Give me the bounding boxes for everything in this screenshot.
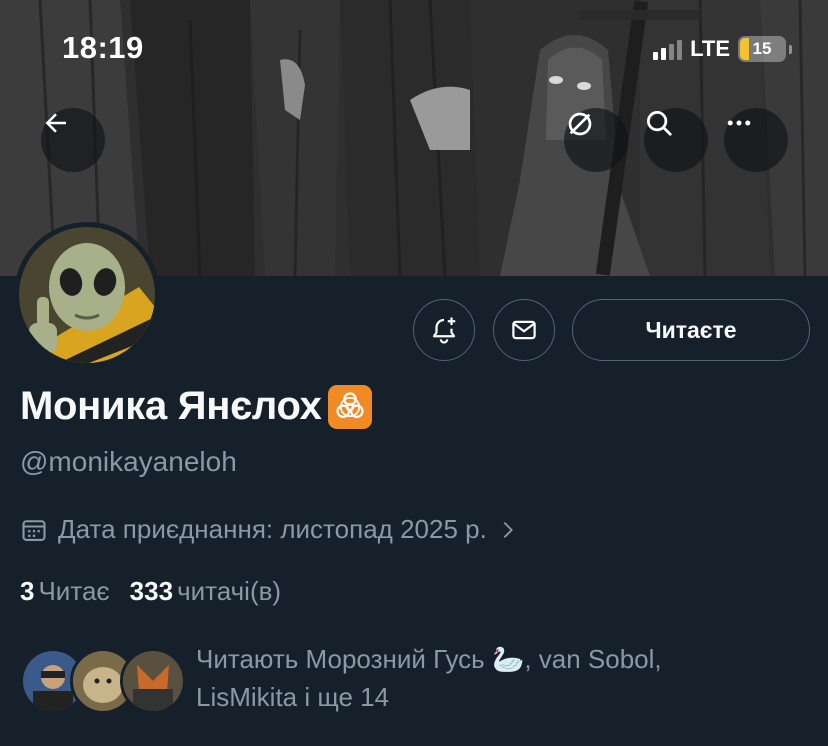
followed-by[interactable]: Читають Морозний Гусь 🦢, van Sobol, LisM… (20, 640, 820, 720)
followers-count: 333 (129, 576, 174, 606)
notifications-button[interactable] (413, 299, 475, 361)
more-icon (727, 120, 751, 126)
display-name-text: Моника Янєлох (20, 384, 322, 428)
followers-link[interactable]: 333 читачі(в) (130, 576, 281, 607)
followed-by-text-2: , van Sobol, (524, 644, 662, 674)
battery-level: 15 (752, 39, 772, 58)
battery-icon: 15 (738, 36, 786, 62)
join-date-text: Дата приєднання: листопад 2025 р. (58, 514, 487, 544)
follower-avatar (120, 648, 186, 714)
goose-emoji: 🦢 (491, 644, 525, 674)
follow-counts: 3 Читає 333 читачі(в) (20, 576, 281, 607)
followed-by-text-3: LisMikita і ще 14 (196, 682, 390, 712)
slash-circle-icon (568, 112, 592, 136)
biohazard-icon (327, 384, 372, 429)
handle: @monikayaneloh (20, 446, 237, 477)
chevron-right-icon (503, 521, 513, 538)
arrow-left-icon (45, 113, 66, 133)
back-button[interactable] (41, 108, 105, 172)
followers-label: читачі(в) (177, 576, 282, 606)
following-button[interactable]: Читаєте (572, 299, 810, 361)
following-label: Читає (38, 576, 110, 606)
more-button[interactable] (724, 108, 788, 172)
followed-by-text-1: Читають Морозний Гусь (196, 644, 492, 674)
status-time: 18:19 (62, 30, 144, 65)
calendar-icon (22, 519, 46, 541)
status-indicators: LTE 15 (653, 36, 792, 62)
avatar[interactable] (14, 222, 160, 368)
followed-by-text: Читають Морозний Гусь 🦢, van Sobol, LisM… (196, 640, 796, 716)
search-icon (647, 111, 672, 136)
message-button[interactable] (493, 299, 555, 361)
network-type: LTE (690, 36, 730, 61)
join-date[interactable]: Дата приєднання: листопад 2025 р. (20, 514, 519, 545)
alien-avatar-image (19, 227, 155, 363)
search-button[interactable] (644, 108, 708, 172)
display-name: Моника Янєлох (20, 384, 372, 429)
bell-plus-icon (432, 317, 456, 344)
grok-button[interactable] (564, 108, 628, 172)
mail-icon (512, 320, 536, 340)
following-link[interactable]: 3 Читає (20, 576, 110, 607)
signal-icon (653, 38, 683, 60)
following-count: 3 (20, 576, 35, 606)
